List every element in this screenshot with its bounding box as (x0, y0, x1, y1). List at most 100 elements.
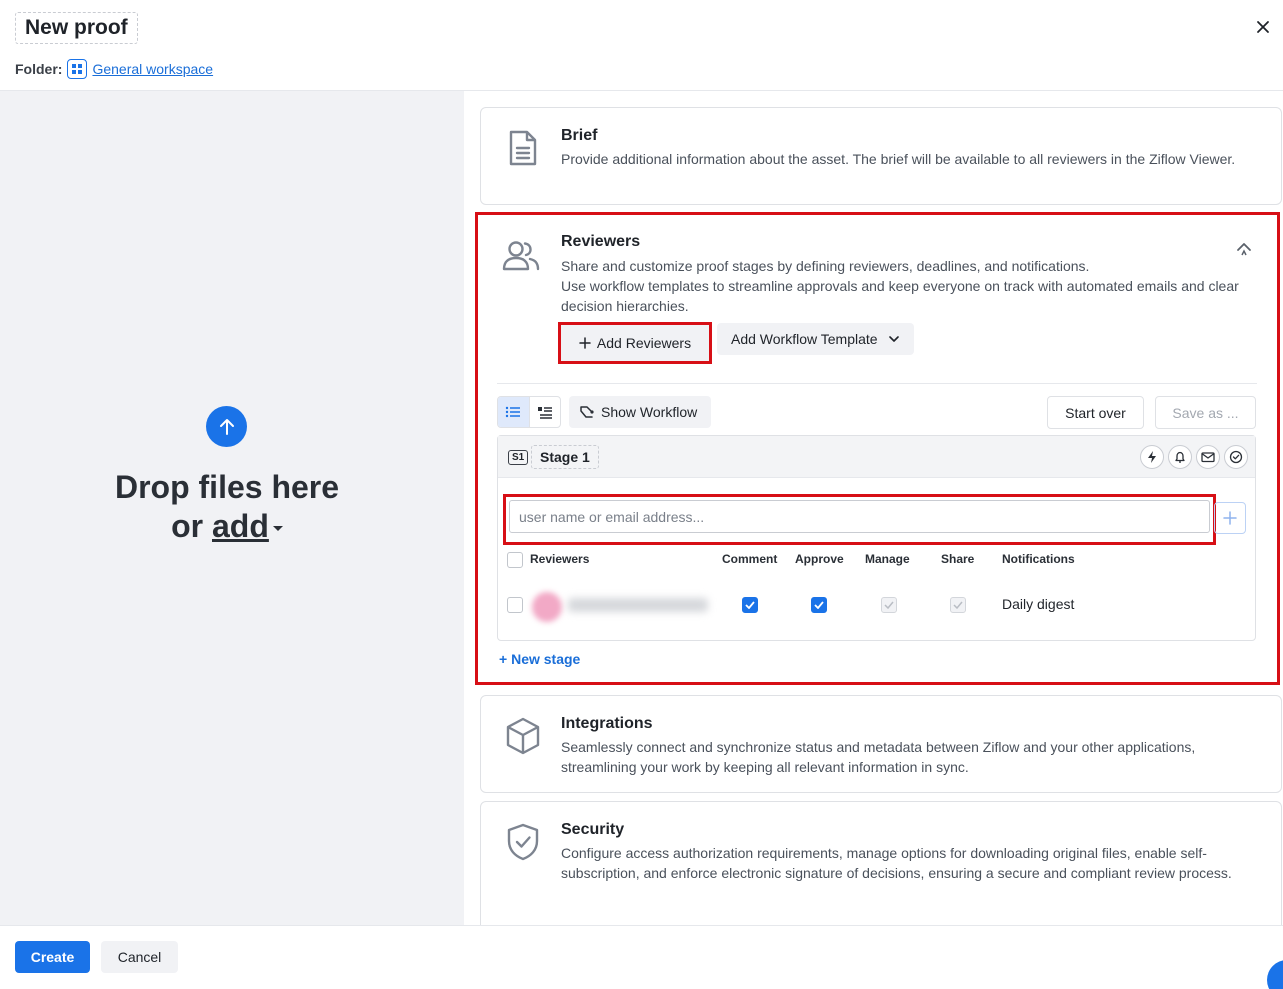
table-row: Daily digest (498, 590, 1255, 622)
email-button[interactable] (1196, 445, 1220, 469)
upload-button[interactable] (206, 406, 247, 447)
add-workflow-label: Add Workflow Template (731, 331, 878, 347)
avatar (532, 592, 562, 622)
brief-title: Brief (561, 127, 598, 144)
settings-panel[interactable]: Brief Provide additional information abo… (464, 91, 1283, 925)
reviewer-table-header: Reviewers Comment Approve Manage Share N… (498, 550, 1255, 570)
close-icon (1257, 21, 1269, 33)
stage-actions (1140, 445, 1248, 469)
file-dropzone[interactable]: Drop files here or add (0, 91, 464, 925)
help-chat-button[interactable] (1267, 960, 1283, 989)
start-over-button[interactable]: Start over (1047, 396, 1144, 429)
reviewer-name (568, 598, 708, 612)
plus-icon: + (499, 651, 512, 667)
drop-line-1: Drop files here (114, 469, 340, 505)
shield-check-icon (501, 820, 545, 864)
folder-link[interactable]: General workspace (92, 61, 213, 77)
stage-header: S1 Stage 1 (498, 436, 1255, 478)
add-reviewers-label: Add Reviewers (596, 335, 692, 351)
row-select-checkbox[interactable] (507, 597, 523, 613)
list-icon (506, 406, 521, 418)
reviewers-description-1: Share and customize proof stages by defi… (561, 258, 1090, 274)
brief-card[interactable]: Brief Provide additional information abo… (480, 107, 1282, 205)
drop-instructions: Drop files here or add (0, 468, 454, 546)
stage-badge: S1 (508, 450, 529, 465)
document-icon (501, 126, 545, 170)
reviewers-title: Reviewers (561, 233, 641, 250)
workspace-icon (67, 59, 88, 79)
reviewer-input-highlight (503, 494, 1216, 545)
col-share: Share (941, 552, 975, 566)
cancel-button[interactable]: Cancel (101, 941, 178, 973)
check-icon (745, 601, 755, 609)
security-title: Security (561, 821, 625, 838)
reviewers-description-2: Use workflow templates to streamline app… (561, 278, 1239, 314)
security-description: Configure access authorization requireme… (561, 845, 1232, 881)
divider (497, 383, 1257, 384)
integrations-description: Seamlessly connect and synchronize statu… (561, 739, 1196, 775)
share-checkbox (950, 597, 966, 613)
check-circle-icon (1229, 450, 1243, 464)
check-icon (953, 601, 963, 609)
chevron-down-icon (888, 336, 899, 342)
check-icon (884, 601, 894, 609)
new-stage-label: New stage (511, 651, 581, 667)
arrow-up-icon (219, 418, 234, 435)
integrations-card[interactable]: Integrations Seamlessly connect and sync… (480, 695, 1282, 793)
reviewers-description: Share and customize proof stages by defi… (561, 256, 1261, 316)
stage-1-panel: S1 Stage 1 user name or email address...… (497, 435, 1256, 641)
workflow-icon (580, 406, 594, 418)
dialog-footer: Create Cancel (0, 925, 1283, 989)
security-card[interactable]: Security Configure access authorization … (480, 801, 1282, 925)
approve-checkbox[interactable] (811, 597, 827, 613)
reviewer-search-input[interactable] (509, 500, 1210, 533)
show-workflow-button[interactable]: Show Workflow (569, 396, 712, 428)
plus-icon (579, 337, 591, 349)
col-comment: Comment (722, 552, 778, 566)
comment-checkbox[interactable] (742, 597, 758, 613)
col-notifications: Notifications (1002, 552, 1075, 566)
dialog-header: New proof Folder: General workspace (0, 0, 1283, 91)
close-button[interactable] (1252, 16, 1274, 38)
lightning-icon (1148, 451, 1156, 463)
users-icon (498, 235, 542, 279)
drop-line-2: or add (0, 507, 454, 546)
chevron-up-icon (1237, 243, 1251, 256)
stage-name[interactable]: Stage 1 (531, 445, 599, 469)
col-reviewers: Reviewers (530, 552, 590, 566)
bell-icon (1175, 451, 1185, 463)
notifications-value[interactable]: Daily digest (1002, 596, 1074, 612)
reviewers-card: Reviewers Share and customize proof stag… (475, 212, 1280, 685)
check-icon (814, 601, 824, 609)
col-manage: Manage (865, 552, 910, 566)
folder-row: Folder: General workspace (15, 59, 213, 79)
add-files-link[interactable]: add (212, 508, 269, 544)
mail-icon (1201, 452, 1215, 463)
automation-button[interactable] (1140, 445, 1164, 469)
decision-button[interactable] (1224, 445, 1248, 469)
plus-icon (1223, 511, 1237, 525)
add-reviewers-button[interactable]: Add Reviewers (558, 322, 712, 364)
new-stage-button[interactable]: + New stage (499, 651, 580, 667)
manage-checkbox (881, 597, 897, 613)
cube-icon (501, 714, 545, 758)
view-toggle (497, 396, 561, 428)
folder-label: Folder: (15, 61, 63, 77)
compact-view-button[interactable] (528, 397, 560, 427)
show-workflow-label: Show Workflow (601, 404, 698, 420)
save-as-button[interactable]: Save as ... (1155, 396, 1256, 429)
add-reviewer-plus-button[interactable] (1214, 502, 1246, 534)
caret-down-icon[interactable] (272, 526, 283, 532)
brief-description: Provide additional information about the… (561, 151, 1236, 167)
collapse-button[interactable] (1233, 237, 1255, 259)
proof-title[interactable]: New proof (15, 12, 138, 44)
col-approve: Approve (795, 552, 844, 566)
drop-or-text: or (171, 508, 204, 544)
add-workflow-template-button[interactable]: Add Workflow Template (717, 323, 914, 355)
notifications-button[interactable] (1168, 445, 1192, 469)
list-view-button[interactable] (498, 397, 529, 427)
indent-list-icon (537, 407, 552, 419)
create-button[interactable]: Create (15, 941, 90, 973)
integrations-title: Integrations (561, 715, 653, 732)
select-all-checkbox[interactable] (507, 552, 523, 568)
